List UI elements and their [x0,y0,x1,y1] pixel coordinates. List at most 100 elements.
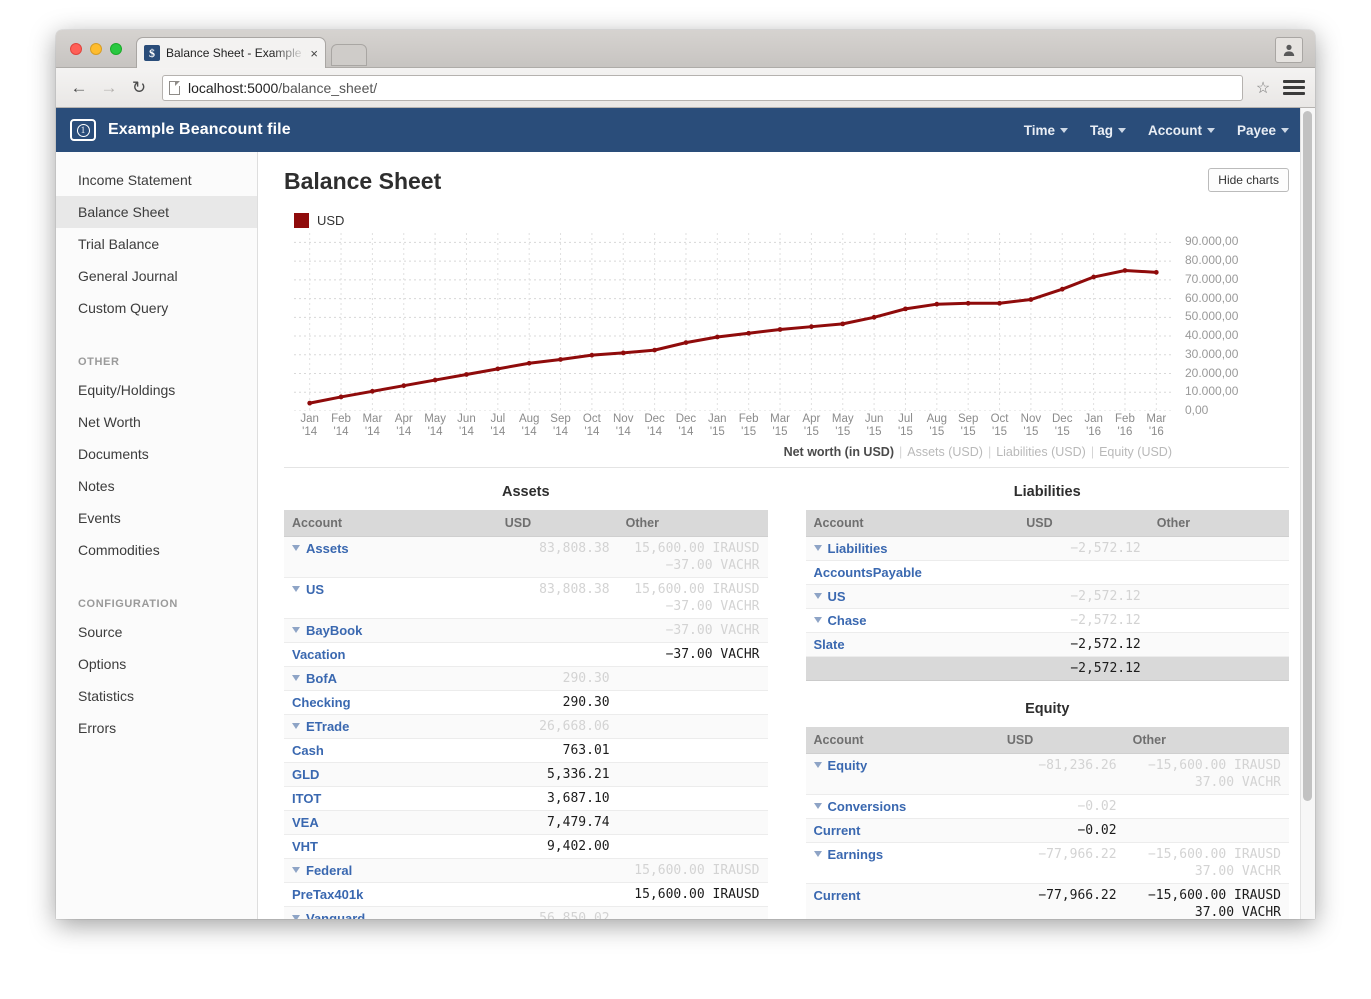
table-row[interactable]: Chase−2,572.12 [806,609,1290,633]
close-window-button[interactable] [70,43,82,55]
table-row[interactable]: ETrade26,668.06 [284,715,768,739]
bookmark-star-icon[interactable]: ☆ [1251,77,1275,99]
menu-icon[interactable] [1283,80,1305,95]
table-row[interactable]: Vanguard56,850.02 [284,907,768,920]
account-name-cell[interactable]: Federal [284,859,497,883]
table-row[interactable]: Cash763.01 [284,739,768,763]
table-row[interactable]: VHT9,402.00 [284,835,768,859]
chevron-down-icon[interactable] [292,723,300,729]
account-name-cell[interactable]: Chase [806,609,1019,633]
profile-avatar-icon[interactable] [1275,37,1303,63]
chevron-down-icon[interactable] [814,803,822,809]
chevron-down-icon[interactable] [292,545,300,551]
sidebar-item-notes[interactable]: Notes [56,470,257,502]
chevron-down-icon[interactable] [292,627,300,633]
chart-link-liabilities[interactable]: Liabilities (USD) [996,445,1086,459]
account-name-cell[interactable]: ITOT [284,787,497,811]
close-icon[interactable]: × [310,46,318,61]
sidebar-item-custom-query[interactable]: Custom Query [56,292,257,324]
chevron-down-icon[interactable] [292,915,300,919]
account-name-cell[interactable]: Assets [284,537,497,578]
table-row[interactable]: US−2,572.12 [806,585,1290,609]
table-row[interactable]: ITOT3,687.10 [284,787,768,811]
table-row[interactable]: AccountsPayable [806,561,1290,585]
address-bar[interactable]: localhost:5000/balance_sheet/ [162,75,1243,101]
account-name-cell[interactable]: GLD [284,763,497,787]
column-header-account[interactable]: Account [806,727,999,754]
chart-link-assets[interactable]: Assets (USD) [907,445,983,459]
sidebar-item-general-journal[interactable]: General Journal [56,260,257,292]
account-name-cell[interactable]: Slate [806,633,1019,657]
account-name-cell[interactable]: Current [806,819,999,843]
table-row[interactable]: Checking290.30 [284,691,768,715]
chart-link-net-worth[interactable]: Net worth (in USD) [784,445,894,459]
account-name-cell[interactable]: BayBook [284,619,497,643]
account-name-cell[interactable]: PreTax401k [284,883,497,907]
account-name-cell[interactable]: US [284,578,497,619]
account-name-cell[interactable]: Cash [284,739,497,763]
column-header-other[interactable]: Other [1149,510,1289,537]
account-name-cell[interactable]: Conversions [806,795,999,819]
account-name-cell[interactable]: Vacation [284,643,497,667]
sidebar-item-balance-sheet[interactable]: Balance Sheet [56,196,257,228]
sidebar-item-net-worth[interactable]: Net Worth [56,406,257,438]
sidebar-item-commodities[interactable]: Commodities [56,534,257,566]
table-row[interactable]: VEA7,479.74 [284,811,768,835]
table-row[interactable]: US83,808.3815,600.00 IRAUSD −37.00 VACHR [284,578,768,619]
column-header-account[interactable]: Account [284,510,497,537]
browser-tab[interactable]: $ Balance Sheet - Example Beancount file… [136,37,326,68]
chart-link-equity[interactable]: Equity (USD) [1099,445,1172,459]
column-header-account[interactable]: Account [806,510,1019,537]
minimize-window-button[interactable] [90,43,102,55]
chevron-down-icon[interactable] [292,675,300,681]
table-row[interactable]: GLD5,336.21 [284,763,768,787]
table-row[interactable]: Current−0.02 [806,819,1290,843]
account-name-cell[interactable]: VHT [284,835,497,859]
table-row[interactable]: Equity−81,236.26−15,600.00 IRAUSD 37.00 … [806,754,1290,795]
nav-tag[interactable]: Tag [1090,123,1126,138]
hide-charts-button[interactable]: Hide charts [1208,168,1289,192]
sidebar-item-source[interactable]: Source [56,616,257,648]
chevron-down-icon[interactable] [814,617,822,623]
table-row[interactable]: BayBook−37.00 VACHR [284,619,768,643]
account-name-cell[interactable]: AccountsPayable [806,561,1019,585]
account-name-cell[interactable]: ETrade [284,715,497,739]
back-button[interactable]: ← [66,75,92,101]
column-header-usd[interactable]: USD [999,727,1125,754]
column-header-usd[interactable]: USD [497,510,618,537]
table-row[interactable]: Liabilities−2,572.12 [806,537,1290,561]
sidebar-item-options[interactable]: Options [56,648,257,680]
table-row[interactable]: Slate−2,572.12 [806,633,1290,657]
page-scrollbar[interactable] [1300,108,1315,919]
column-header-other[interactable]: Other [618,510,768,537]
chevron-down-icon[interactable] [814,593,822,599]
chart-canvas[interactable] [294,233,1172,411]
nav-payee[interactable]: Payee [1237,123,1289,138]
chevron-down-icon[interactable] [292,586,300,592]
column-header-usd[interactable]: USD [1018,510,1149,537]
new-tab-button[interactable] [331,44,367,66]
sidebar-item-events[interactable]: Events [56,502,257,534]
reload-button[interactable]: ↻ [126,75,152,101]
sidebar-item-errors[interactable]: Errors [56,712,257,744]
sidebar-item-income-statement[interactable]: Income Statement [56,164,257,196]
sidebar-item-trial-balance[interactable]: Trial Balance [56,228,257,260]
account-name-cell[interactable]: Current [806,884,999,920]
forward-button[interactable]: → [96,75,122,101]
account-name-cell[interactable]: Checking [284,691,497,715]
nav-account[interactable]: Account [1148,123,1215,138]
chevron-down-icon[interactable] [814,851,822,857]
legend-swatch-usd[interactable] [294,213,309,228]
table-row[interactable]: Assets83,808.3815,600.00 IRAUSD −37.00 V… [284,537,768,578]
table-row[interactable]: Vacation−37.00 VACHR [284,643,768,667]
chevron-down-icon[interactable] [814,545,822,551]
nav-time[interactable]: Time [1024,123,1068,138]
account-name-cell[interactable]: VEA [284,811,497,835]
account-name-cell[interactable]: Equity [806,754,999,795]
table-row[interactable]: BofA290.30 [284,667,768,691]
table-row[interactable]: Conversions−0.02 [806,795,1290,819]
account-name-cell[interactable]: Liabilities [806,537,1019,561]
account-name-cell[interactable]: US [806,585,1019,609]
table-row[interactable]: PreTax401k15,600.00 IRAUSD [284,883,768,907]
sidebar-item-statistics[interactable]: Statistics [56,680,257,712]
